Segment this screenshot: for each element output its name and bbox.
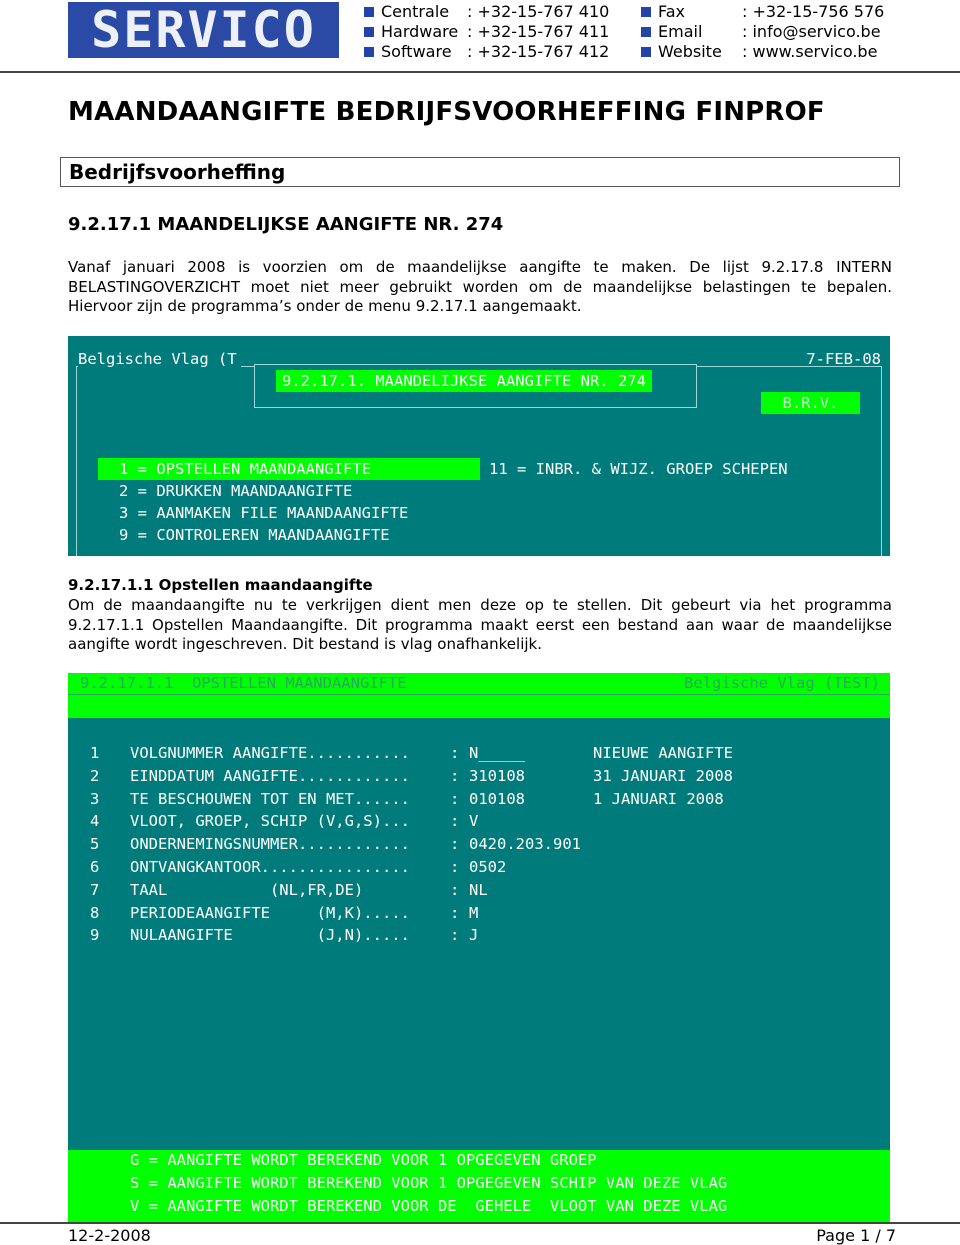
field-value-input[interactable]: N_____ <box>469 742 525 764</box>
field-separator: : <box>450 903 460 922</box>
field-label: EINDDATUM AANGIFTE............ <box>130 766 410 785</box>
contact-label: Email <box>658 22 703 41</box>
field-value-input[interactable]: J <box>469 924 478 946</box>
field-separator: : <box>450 880 460 899</box>
header-underline <box>68 694 890 695</box>
help-bar: G = AANGIFTE WORDT BEREKEND VOOR 1 OPGEG… <box>68 1150 890 1223</box>
field-value-input[interactable]: M <box>469 902 478 924</box>
contact-website-value[interactable]: : www.servico.be <box>742 42 877 62</box>
footer-date: 12-2-2008 <box>68 1226 151 1245</box>
footer-divider <box>0 1222 960 1224</box>
help-line-v: V = AANGIFTE WORDT BEREKEND VOOR DE GEHE… <box>130 1197 728 1215</box>
field-separator: : <box>450 835 460 854</box>
contact-software: Software : +32-15-767 412 <box>364 42 609 62</box>
square-bullet-icon <box>641 27 651 37</box>
subsection-heading: 9.2.17.1.1 Opstellen maandaangifte <box>68 576 373 594</box>
field-label: ONTVANGKANTOOR................ <box>130 858 410 876</box>
menu-item-2[interactable]: 2 = DRUKKEN MAANDAANGIFTE <box>119 480 352 502</box>
field-number: 5 <box>90 835 100 854</box>
field-number: 4 <box>90 812 100 831</box>
contact-label: Fax <box>658 2 686 21</box>
field-number: 2 <box>90 766 100 785</box>
field-value-input[interactable]: 310108 <box>469 765 525 787</box>
page-number: Page 1 / 7 <box>816 1226 896 1245</box>
menu-item-3[interactable]: 3 = AANMAKEN FILE MAANDAANGIFTE <box>119 502 408 524</box>
chapter-heading: 9.2.17.1 MAANDELIJKSE AANGIFTE NR. 274 <box>68 214 504 235</box>
contact-label: Centrale <box>381 2 450 21</box>
field-number: 1 <box>90 744 100 762</box>
terminal-menu-screen: Belgische Vlag (T 7-FEB-08 9.2.17.1. MAA… <box>68 336 890 556</box>
header-divider <box>0 71 960 73</box>
menu-item-11[interactable]: 11 = INBR. & WIJZ. GROEP SCHEPEN <box>489 458 788 480</box>
field-label: VLOOT, GROEP, SCHIP (V,G,S)... <box>130 812 410 831</box>
contact-website: Website : www.servico.be <box>641 42 884 62</box>
help-line-g: G = AANGIFTE WORDT BEREKEND VOOR 1 OPGEG… <box>130 1151 597 1169</box>
contact-value: : +32-15-756 576 <box>742 2 885 21</box>
section-heading: Bedrijfsvoorheffing <box>69 160 286 184</box>
field-description: 31 JANUARI 2008 <box>593 766 733 785</box>
menu-item-9[interactable]: 9 = CONTROLEREN MAANDAANGIFTE <box>119 524 390 546</box>
square-bullet-icon <box>641 47 651 57</box>
field-separator: : <box>450 789 460 808</box>
field-description: NIEUWE AANGIFTE <box>593 744 733 762</box>
contact-value: : +32-15-767 411 <box>467 22 610 41</box>
contact-fax: Fax : +32-15-756 576 <box>641 2 884 22</box>
field-label: VOLGNUMMER AANGIFTE........... <box>130 744 410 762</box>
screen-date: 7-FEB-08 <box>806 350 881 368</box>
logo-text: SERVICO <box>91 1 316 59</box>
field-separator: : <box>450 812 460 831</box>
contact-value: : +32-15-767 410 <box>467 2 610 21</box>
contact-hardware: Hardware : +32-15-767 411 <box>364 22 609 42</box>
field-label: NULAANGIFTE (J,N)..... <box>130 926 410 945</box>
field-label: TAAL (NL,FR,DE) <box>130 880 364 899</box>
field-description: 1 JANUARI 2008 <box>593 789 724 808</box>
contact-email-value[interactable]: : info@servico.be <box>742 22 881 42</box>
field-value-input[interactable]: V <box>469 810 478 832</box>
field-separator: : <box>450 766 460 785</box>
intro-paragraph: Vanaf januari 2008 is voorzien om de maa… <box>68 258 892 315</box>
contact-label: Hardware <box>381 22 459 41</box>
contact-value: : +32-15-767 412 <box>467 42 610 61</box>
contact-label: Website <box>658 42 722 61</box>
square-bullet-icon <box>641 7 651 17</box>
contact-email: Email : info@servico.be <box>641 22 884 42</box>
field-number: 9 <box>90 926 100 945</box>
flag-label: Belgische Vlag (TEST) <box>684 674 880 692</box>
field-number: 8 <box>90 903 100 922</box>
contact-centrale: Centrale : +32-15-767 410 <box>364 2 609 22</box>
square-bullet-icon <box>364 27 374 37</box>
contact-label: Software <box>381 42 452 61</box>
field-label: TE BESCHOUWEN TOT EN MET...... <box>130 789 410 808</box>
menu-item-1[interactable]: 1 = OPSTELLEN MAANDAANGIFTE <box>98 458 480 480</box>
field-value-input[interactable]: NL <box>469 879 488 901</box>
field-separator: : <box>450 858 460 876</box>
field-number: 3 <box>90 789 100 808</box>
screen-header-bar: 9.2.17.1.1 OPSTELLEN MAANDAANGIFTE Belgi… <box>68 673 890 718</box>
brv-badge: B.R.V. <box>761 392 860 414</box>
servico-logo: SERVICO <box>68 1 339 59</box>
square-bullet-icon <box>364 47 374 57</box>
flag-label: Belgische Vlag (T <box>78 348 241 370</box>
square-bullet-icon <box>364 7 374 17</box>
menu-title: 9.2.17.1. MAANDELIJKSE AANGIFTE NR. 274 <box>276 370 652 392</box>
field-number: 6 <box>90 858 100 876</box>
section-box: Bedrijfsvoorheffing <box>60 157 900 187</box>
document-title: MAANDAANGIFTE BEDRIJFSVOORHEFFING FINPRO… <box>68 97 825 127</box>
contacts-left: Centrale : +32-15-767 410 Hardware : +32… <box>364 2 609 62</box>
field-value-input[interactable]: 010108 <box>469 788 525 810</box>
program-title: 9.2.17.1.1 OPSTELLEN MAANDAANGIFTE <box>80 674 407 692</box>
contacts-right: Fax : +32-15-756 576 Email : info@servic… <box>641 2 884 62</box>
field-separator: : <box>450 744 460 762</box>
field-value-input[interactable]: 0420.203.901 <box>469 833 581 855</box>
help-line-s: S = AANGIFTE WORDT BEREKEND VOOR 1 OPGEG… <box>130 1174 728 1192</box>
field-value-input[interactable]: 0502 <box>469 856 506 878</box>
field-separator: : <box>450 926 460 945</box>
field-label: ONDERNEMINGSNUMMER............ <box>130 835 410 854</box>
field-label: PERIODEAANGIFTE (M,K)..... <box>130 903 410 922</box>
subsection-paragraph: Om de maandaangifte nu te verkrijgen die… <box>68 596 892 653</box>
field-number: 7 <box>90 880 100 899</box>
terminal-form-screen: 9.2.17.1.1 OPSTELLEN MAANDAANGIFTE Belgi… <box>68 673 890 1223</box>
